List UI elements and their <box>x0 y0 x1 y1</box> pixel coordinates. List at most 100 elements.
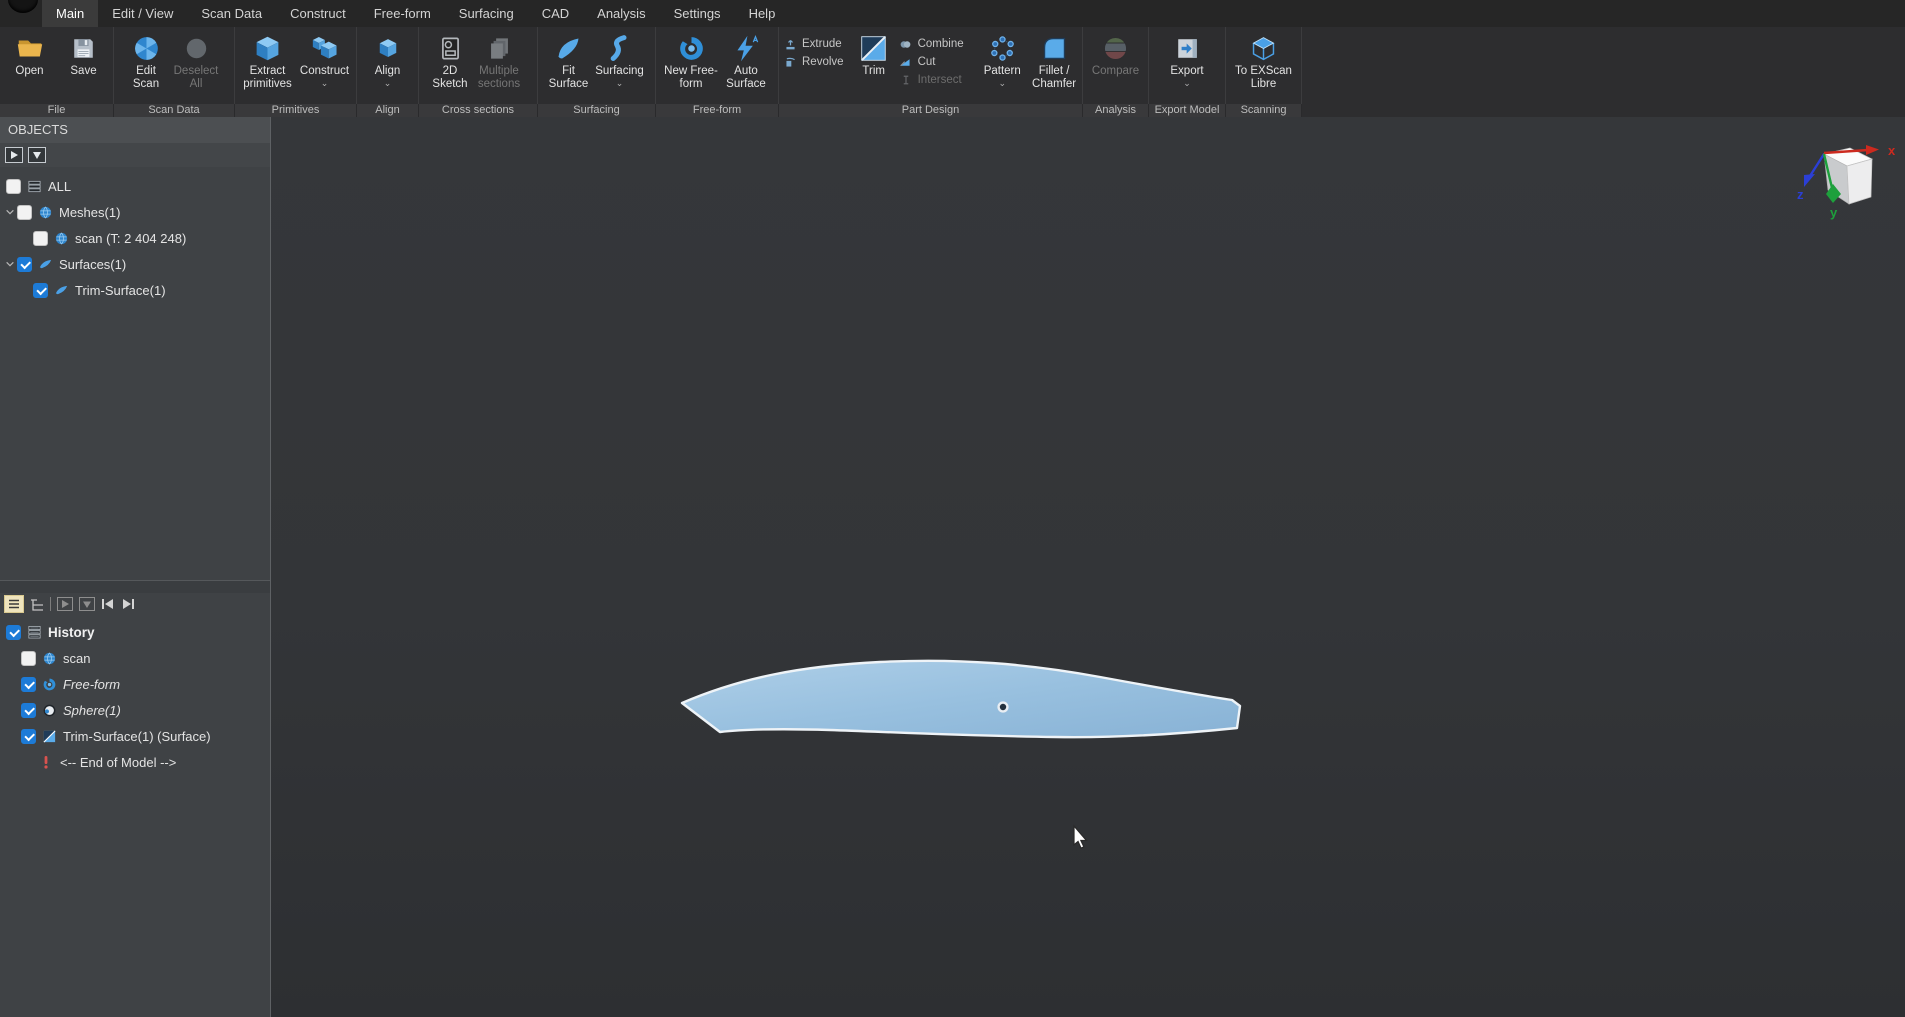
history-row-title[interactable]: History <box>0 619 270 645</box>
tree-row-trim-surface[interactable]: Trim-Surface(1) <box>0 277 270 303</box>
export-button[interactable]: Export ⌄ <box>1160 29 1214 87</box>
construct-button[interactable]: Construct ⌄ <box>297 29 353 87</box>
edit-scan-button[interactable]: Edit Scan <box>124 29 168 91</box>
history-icon <box>26 624 42 640</box>
skip-to-end-icon[interactable] <box>121 598 135 610</box>
cut-button[interactable]: Cut <box>895 53 979 71</box>
history-tree: History scan Free-form <box>0 615 270 1017</box>
s-curve-icon <box>605 33 635 63</box>
ribbon-group-export-model: Export ⌄ Export Model <box>1149 27 1226 117</box>
expand-all-icon[interactable] <box>5 147 23 163</box>
save-button[interactable]: Save <box>57 29 111 78</box>
chevron-down-icon[interactable] <box>3 257 17 271</box>
3d-viewport[interactable] <box>271 117 1905 1017</box>
intersect-button[interactable]: Intersect <box>895 71 979 89</box>
app-logo-icon[interactable] <box>8 0 38 13</box>
ribbon-group-cross-sections: 2D Sketch Multiple sections Cross sectio… <box>419 27 538 117</box>
svg-text:x: x <box>1888 143 1896 158</box>
wireframe-cube-icon <box>1249 33 1279 63</box>
history-row-scan[interactable]: scan <box>0 645 270 671</box>
surfacing-button[interactable]: Surfacing ⌄ <box>592 29 648 87</box>
lightning-icon <box>731 33 761 63</box>
tree-view-icon[interactable] <box>30 598 44 611</box>
chevron-down-icon: ⌄ <box>321 79 329 87</box>
group-label-export-model: Export Model <box>1149 104 1226 117</box>
skip-to-start-icon[interactable] <box>101 598 115 610</box>
tree-row-meshes[interactable]: Meshes(1) <box>0 199 270 225</box>
trim-icon <box>41 728 57 744</box>
revolve-icon <box>783 55 797 69</box>
ribbon-group-file: Open Save File <box>0 27 114 117</box>
to-exscan-libre-button[interactable]: To EXScan Libre <box>1232 29 1296 91</box>
checkbox[interactable] <box>21 651 36 666</box>
chevron-down-icon[interactable] <box>3 205 17 219</box>
checkbox[interactable] <box>33 283 48 298</box>
group-label-scanning: Scanning <box>1226 104 1302 117</box>
align-button[interactable]: Align ⌄ <box>361 29 415 87</box>
new-free-form-button[interactable]: New Free-form <box>662 29 720 91</box>
group-label-surfacing: Surfacing <box>538 104 656 117</box>
checkbox[interactable] <box>21 677 36 692</box>
step-down-icon[interactable] <box>79 597 95 611</box>
combine-icon <box>899 37 913 51</box>
compare-button[interactable]: Compare <box>1083 29 1148 78</box>
checkbox[interactable] <box>21 729 36 744</box>
revolve-button[interactable]: Revolve <box>779 53 853 71</box>
extrude-icon <box>783 37 797 51</box>
checkbox[interactable] <box>6 179 21 194</box>
tree-row-surfaces[interactable]: Surfaces(1) <box>0 251 270 277</box>
open-button[interactable]: Open <box>3 29 57 78</box>
list-view-icon[interactable] <box>4 595 24 613</box>
menu-free-form[interactable]: Free-form <box>360 0 445 27</box>
menu-analysis[interactable]: Analysis <box>583 0 659 27</box>
pattern-button[interactable]: Pattern ⌄ <box>978 29 1026 87</box>
menu-edit-view[interactable]: Edit / View <box>98 0 187 27</box>
chevron-down-icon: ⌄ <box>998 79 1006 87</box>
auto-surface-button[interactable]: Auto Surface <box>720 29 772 91</box>
extrude-revolve-stack: Extrude Revolve <box>779 29 853 71</box>
pattern-dots-icon <box>987 33 1017 63</box>
boolean-stack: Combine Cut Intersect <box>895 29 979 89</box>
ribbon-group-free-form: New Free-form Auto Surface Free-form <box>656 27 779 117</box>
group-label-free-form: Free-form <box>656 104 779 117</box>
panel-splitter[interactable] <box>0 580 270 593</box>
menu-construct[interactable]: Construct <box>276 0 360 27</box>
menu-main[interactable]: Main <box>42 0 98 27</box>
filter-icon[interactable] <box>28 147 46 163</box>
menu-help[interactable]: Help <box>735 0 790 27</box>
chevron-down-icon: ⌄ <box>384 79 392 87</box>
history-row-free-form[interactable]: Free-form <box>0 671 270 697</box>
checkbox[interactable] <box>17 205 32 220</box>
menu-scan-data[interactable]: Scan Data <box>187 0 276 27</box>
multiple-sections-button[interactable]: Multiple sections <box>471 29 527 91</box>
checkbox[interactable] <box>6 625 21 640</box>
menu-cad[interactable]: CAD <box>528 0 583 27</box>
extract-primitives-button[interactable]: Extract primitives <box>239 29 297 91</box>
2d-sketch-button[interactable]: 2D Sketch <box>429 29 471 91</box>
trim-button[interactable]: Trim <box>853 29 895 78</box>
extrude-button[interactable]: Extrude <box>779 35 853 53</box>
mesh-sphere-icon <box>41 650 57 666</box>
checkbox[interactable] <box>33 231 48 246</box>
tree-row-scan[interactable]: scan (T: 2 404 248) <box>0 225 270 251</box>
checkbox[interactable] <box>17 257 32 272</box>
surface-point-marker[interactable] <box>997 701 1008 712</box>
deselect-all-icon <box>181 33 211 63</box>
group-label-analysis: Analysis <box>1083 104 1149 117</box>
ribbon-group-scanning: To EXScan Libre Scanning <box>1226 27 1302 117</box>
history-row-sphere[interactable]: Sphere(1) <box>0 697 270 723</box>
combine-button[interactable]: Combine <box>895 35 979 53</box>
checkbox[interactable] <box>21 703 36 718</box>
history-row-trim-surface[interactable]: Trim-Surface(1) (Surface) <box>0 723 270 749</box>
menu-surfacing[interactable]: Surfacing <box>445 0 528 27</box>
ribbon-group-scan-data: Edit Scan Deselect All Scan Data <box>114 27 235 117</box>
history-row-end-of-model[interactable]: <-- End of Model --> <box>0 749 270 775</box>
menu-settings[interactable]: Settings <box>660 0 735 27</box>
play-icon[interactable] <box>57 597 73 611</box>
fit-surface-button[interactable]: Fit Surface <box>546 29 592 91</box>
folder-open-icon <box>15 33 45 63</box>
tree-row-all[interactable]: ALL <box>0 173 270 199</box>
fillet-chamfer-button[interactable]: Fillet / Chamfer <box>1026 29 1082 91</box>
deselect-all-button[interactable]: Deselect All <box>168 29 224 91</box>
align-cube-icon <box>373 33 403 63</box>
